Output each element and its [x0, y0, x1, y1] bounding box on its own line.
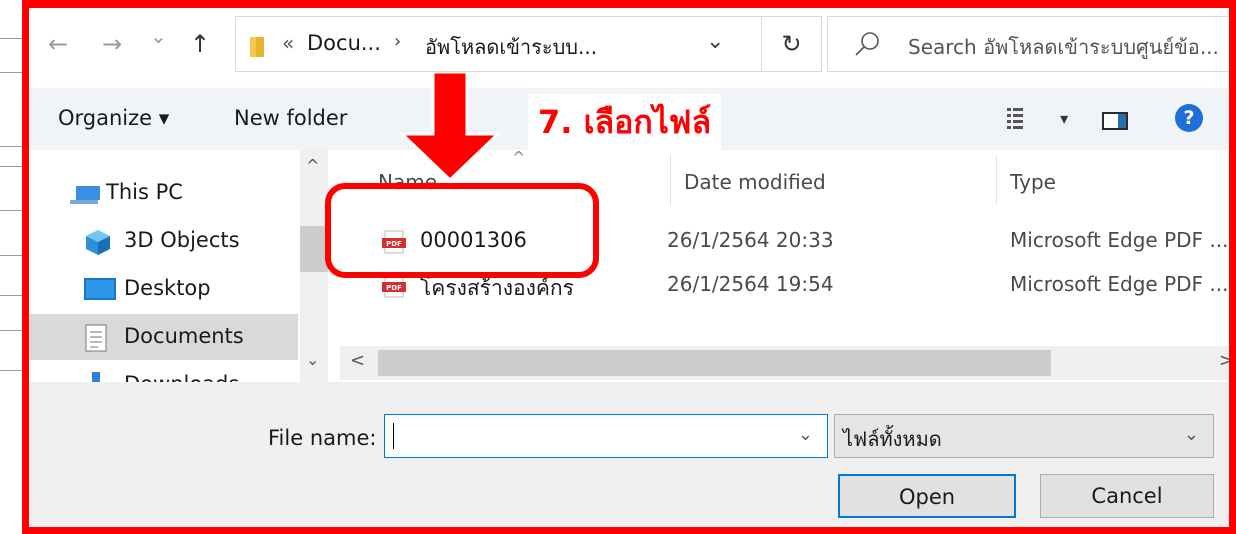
file-type-select[interactable]: ไฟล์ทั้งหมด ⌄ — [834, 414, 1214, 458]
column-header-type[interactable]: Type — [1010, 170, 1056, 194]
search-box[interactable]: Search อัพโหลดเข้าระบบศูนย์ข้อ... — [827, 16, 1236, 72]
forward-button[interactable]: → — [102, 30, 122, 58]
folder-icon — [250, 37, 264, 57]
desktop-icon — [84, 278, 116, 300]
file-date: 26/1/2564 20:33 — [667, 228, 834, 252]
recent-locations-button[interactable]: ⌄ — [150, 24, 167, 48]
breadcrumb-current-folder[interactable]: อัพโหลดเข้าระบบ... — [425, 31, 597, 63]
scroll-down-icon[interactable]: ⌄ — [306, 350, 319, 369]
file-type-value: ไฟล์ทั้งหมด — [843, 427, 942, 451]
file-name-dropdown-icon[interactable]: ⌄ — [798, 424, 813, 445]
file-open-dialog: ← → ⌄ ↑ « Docu... › อัพโหลดเข้าระบบ... ⌄… — [22, 0, 1236, 534]
file-name-label: File name: — [268, 426, 377, 450]
annotation-highlight-box — [325, 183, 599, 278]
file-date: 26/1/2564 19:54 — [667, 272, 834, 296]
scroll-up-icon[interactable]: ^ — [306, 156, 319, 175]
change-view-button[interactable]: ▾ — [1007, 106, 1068, 130]
file-type-dropdown-icon[interactable]: ⌄ — [1184, 424, 1199, 445]
help-button[interactable]: ? — [1175, 104, 1203, 132]
cube-icon — [86, 230, 110, 255]
new-folder-button[interactable]: New folder — [234, 106, 347, 130]
file-type: Microsoft Edge PDF ... — [1010, 228, 1229, 252]
scrollbar-thumb[interactable] — [378, 350, 1051, 376]
breadcrumb-overflow[interactable]: « — [282, 31, 294, 55]
navigation-scrollbar[interactable]: ^ ⌄ — [300, 150, 328, 382]
back-button[interactable]: ← — [48, 30, 68, 58]
pdf-badge-text: PDF — [386, 284, 402, 292]
scroll-right-icon[interactable]: > — [1219, 350, 1234, 371]
search-icon — [855, 32, 879, 56]
search-placeholder: Search อัพโหลดเข้าระบบศูนย์ข้อ... — [908, 35, 1219, 59]
sort-indicator-icon: ^ — [512, 148, 526, 167]
view-options-icon — [1007, 108, 1023, 129]
nav-item-documents[interactable]: Documents — [22, 314, 298, 360]
breadcrumb-separator-icon[interactable]: › — [394, 31, 401, 52]
refresh-button[interactable]: ↻ — [762, 16, 822, 72]
file-type: Microsoft Edge PDF ... — [1010, 272, 1229, 296]
column-divider[interactable] — [670, 154, 671, 206]
column-divider[interactable] — [996, 154, 997, 206]
nav-item-3d-objects[interactable]: 3D Objects — [22, 218, 298, 264]
tutorial-step-label: 7. เลือกไฟล์ — [528, 94, 722, 150]
dialog-footer: File name: ⌄ ไฟล์ทั้งหมด ⌄ Open Cancel — [22, 382, 1236, 534]
scroll-left-icon[interactable]: < — [350, 350, 365, 371]
annotation-arrow-down-icon — [400, 72, 500, 182]
view-dropdown-icon[interactable]: ▾ — [1060, 109, 1068, 128]
documents-icon — [85, 324, 107, 352]
nav-item-this-pc[interactable]: This PC — [22, 170, 298, 216]
up-folder-button[interactable]: ↑ — [190, 30, 210, 58]
column-header-date-modified[interactable]: Date modified — [684, 170, 826, 194]
cancel-button[interactable]: Cancel — [1040, 474, 1214, 518]
nav-item-label: Desktop — [124, 276, 211, 300]
navigation-pane: This PC 3D Objects Desktop Documents — [22, 150, 328, 382]
address-bar[interactable]: « Docu... › อัพโหลดเข้าระบบ... ⌄ — [235, 16, 762, 72]
preview-pane-button[interactable] — [1102, 112, 1128, 130]
open-button[interactable]: Open — [838, 474, 1016, 518]
horizontal-scrollbar[interactable]: < > — [340, 346, 1236, 380]
nav-item-label: This PC — [106, 180, 183, 204]
nav-item-label: Downloads — [124, 372, 239, 382]
scrollbar-thumb[interactable] — [300, 226, 328, 272]
nav-item-label: 3D Objects — [124, 228, 240, 252]
computer-icon — [70, 186, 100, 204]
nav-item-label: Documents — [124, 324, 244, 348]
nav-item-desktop[interactable]: Desktop — [22, 266, 298, 312]
background-window-edge — [0, 0, 22, 534]
nav-item-downloads[interactable]: Downloads — [22, 362, 298, 382]
text-caret — [393, 423, 394, 449]
address-dropdown-icon[interactable]: ⌄ — [706, 29, 724, 54]
downloads-icon — [92, 372, 100, 382]
file-name-input[interactable]: ⌄ — [384, 414, 828, 458]
breadcrumb-documents[interactable]: Docu... — [307, 31, 381, 55]
organize-button[interactable]: Organize ▾ — [58, 106, 169, 130]
